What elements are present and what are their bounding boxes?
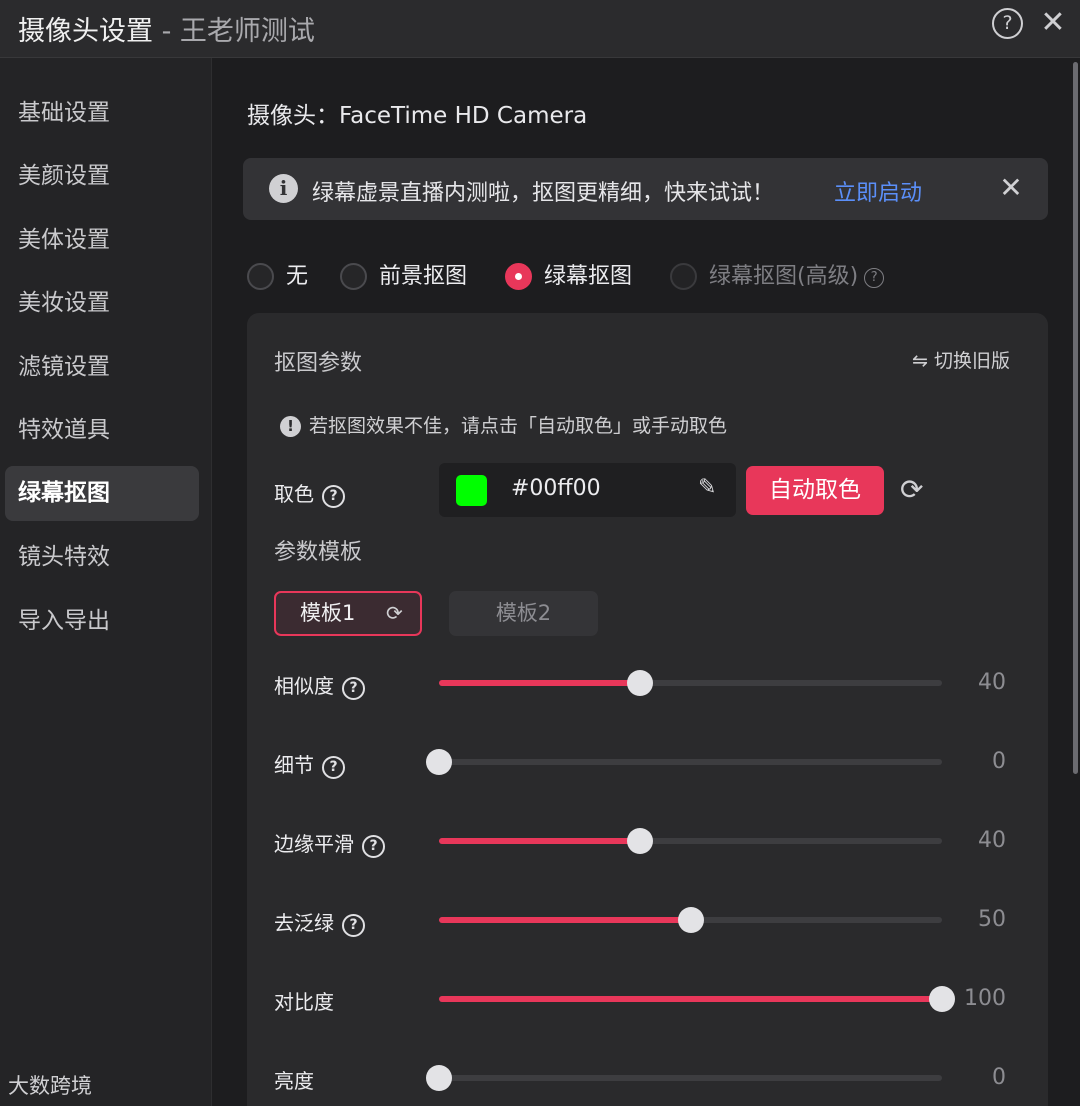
slider-fill [439, 917, 691, 923]
slider-thumb[interactable] [627, 670, 654, 696]
template-label: 参数模板 [274, 540, 363, 565]
help-icon[interactable]: ? [342, 914, 365, 937]
help-icon[interactable]: ? [322, 756, 345, 779]
camera-label: 摄像头：FaceTime HD Camera [247, 103, 588, 129]
slider-contrast[interactable] [439, 986, 955, 1012]
slider-label-similarity: 相似度? [274, 670, 365, 700]
sidebar-item-greenscreen[interactable]: 绿幕抠图 [5, 466, 199, 521]
slider-fill [439, 838, 641, 844]
slider-edge-smooth[interactable] [439, 828, 942, 854]
help-icon[interactable]: ? [342, 677, 365, 700]
slider-label-text: 去泛绿 [274, 911, 334, 935]
help-icon[interactable]: ? [322, 485, 345, 508]
slider-label-despill: 去泛绿? [274, 907, 365, 937]
slider-fill [439, 680, 641, 686]
sidebar-item-beauty[interactable]: 美颜设置 [5, 149, 199, 204]
slider-detail[interactable] [426, 749, 942, 775]
color-label-text: 取色 [274, 482, 314, 506]
slider-label-text: 对比度 [274, 990, 334, 1014]
help-icon[interactable]: ? [992, 8, 1023, 39]
switch-old-version-button[interactable]: ⇋ 切换旧版 [912, 346, 1010, 373]
radio-label: 前景抠图 [379, 264, 468, 289]
slider-label-brightness: 亮度 [274, 1065, 314, 1094]
slider-label-text: 边缘平滑 [274, 832, 354, 856]
template-2-button[interactable]: 模板2 [449, 591, 598, 636]
watermark: 大数跨境 [8, 1074, 92, 1098]
tip: ! 若抠图效果不佳，请点击「自动取色」或手动取色 [280, 411, 727, 438]
radio-circle[interactable] [247, 263, 274, 290]
scrollbar[interactable] [1073, 62, 1078, 774]
slider-value: 100 [964, 986, 1006, 1011]
slider-label-text: 亮度 [274, 1069, 314, 1093]
radio-label-text: 绿幕抠图(高级) [709, 264, 859, 289]
radio-label: 绿幕抠图(高级)? [709, 262, 885, 292]
close-icon[interactable]: ✕ [1039, 8, 1067, 38]
template-1-label: 模板1 [300, 601, 356, 625]
slider-label-detail: 细节? [274, 749, 345, 779]
slider-fill [439, 996, 942, 1002]
window-title: 摄像头设置 - 王老师测试 [18, 9, 315, 48]
slider-label-text: 相似度 [274, 674, 334, 698]
slider-label-edge-smooth: 边缘平滑? [274, 828, 385, 858]
exclamation-icon: ! [280, 416, 301, 437]
help-icon[interactable]: ? [362, 835, 385, 858]
radio-label: 绿幕抠图 [544, 264, 633, 289]
eyedropper-icon[interactable]: ✎ [698, 475, 716, 500]
sidebar-item-filter[interactable]: 滤镜设置 [5, 340, 199, 395]
slider-value: 0 [992, 1065, 1006, 1090]
notice-banner: i 绿幕虚景直播内测啦，抠图更精细，快来试试！ 立即启动 ✕ [243, 158, 1048, 220]
refresh-icon[interactable]: ⟳ [900, 473, 923, 506]
slider-value: 40 [978, 828, 1006, 853]
sidebar-item-basic[interactable]: 基础设置 [5, 86, 199, 141]
sidebar-item-effects[interactable]: 特效道具 [5, 403, 199, 458]
slider-brightness[interactable] [426, 1065, 942, 1091]
sidebar-item-lens[interactable]: 镜头特效 [5, 530, 199, 585]
color-swatch[interactable] [456, 475, 487, 506]
slider-thumb[interactable] [426, 1065, 452, 1091]
info-icon: i [269, 174, 298, 203]
slider-value: 40 [978, 670, 1006, 695]
color-label: 取色? [274, 478, 345, 508]
radio-circle[interactable] [340, 263, 367, 290]
slider-similarity[interactable] [439, 670, 942, 696]
slider-thumb[interactable] [627, 828, 654, 854]
radio-circle[interactable] [670, 263, 697, 290]
window-title-separator: - [153, 16, 180, 47]
radio-label: 无 [286, 264, 309, 289]
close-icon[interactable]: ✕ [999, 171, 1023, 205]
slider-value: 0 [992, 749, 1006, 774]
help-icon[interactable]: ? [864, 268, 885, 288]
slider-thumb[interactable] [426, 749, 452, 775]
radio-circle-selected[interactable] [505, 263, 532, 290]
slider-thumb[interactable] [677, 907, 704, 933]
color-field[interactable]: #00ff00 ✎ [439, 463, 736, 517]
sidebar-item-import-export[interactable]: 导入导出 [5, 594, 199, 649]
panel-title: 抠图参数 [274, 351, 363, 376]
title-bar: 摄像头设置 - 王老师测试 ? ✕ [0, 0, 1080, 58]
notice-start-link[interactable]: 立即启动 [834, 175, 922, 207]
slider-label-text: 细节 [274, 753, 314, 777]
refresh-icon[interactable]: ⟳ [386, 593, 403, 634]
color-hex-value[interactable]: #00ff00 [511, 476, 601, 501]
template-1-button[interactable]: 模板1 ⟳ [274, 591, 422, 636]
sidebar-item-makeup[interactable]: 美妆设置 [5, 276, 199, 331]
slider-despill[interactable] [439, 907, 942, 933]
notice-text: 绿幕虚景直播内测啦，抠图更精细，快来试试！ [312, 181, 775, 206]
slider-label-contrast: 对比度 [274, 986, 334, 1015]
tip-text: 若抠图效果不佳，请点击「自动取色」或手动取色 [309, 415, 728, 437]
window-title-main: 摄像头设置 [18, 16, 153, 47]
slider-value: 50 [978, 907, 1006, 932]
auto-pick-color-button[interactable]: 自动取色 [746, 466, 884, 515]
window-title-sub: 王老师测试 [179, 16, 315, 47]
sidebar-item-body[interactable]: 美体设置 [5, 213, 199, 268]
